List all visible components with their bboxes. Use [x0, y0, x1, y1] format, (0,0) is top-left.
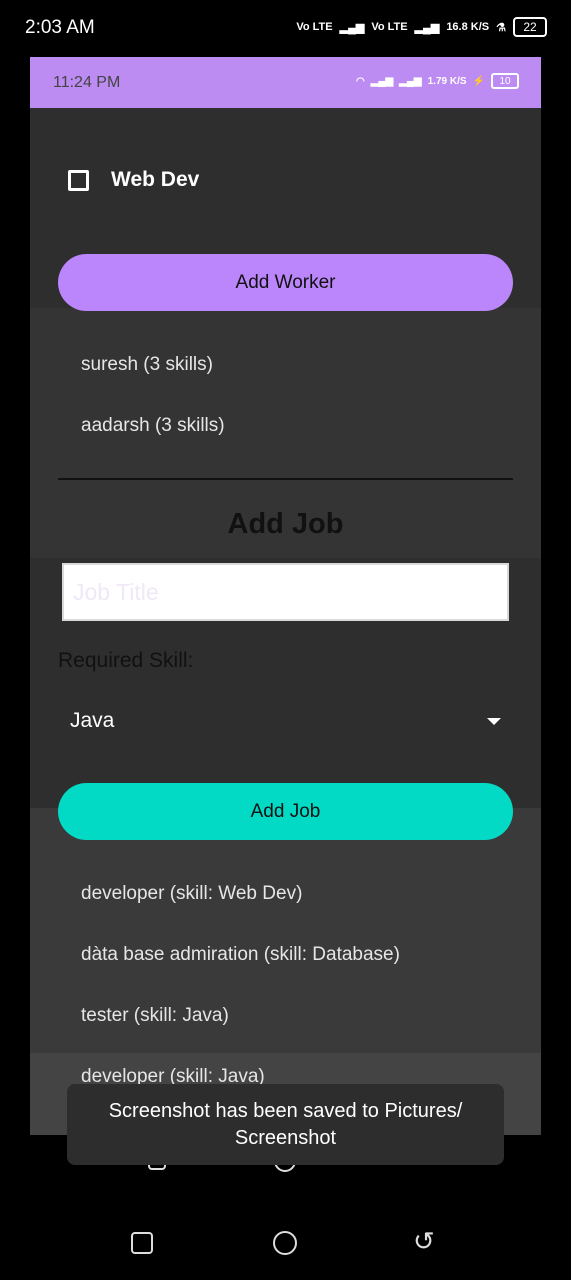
signal-icon: ▂▄▆ [339, 21, 365, 34]
skill-checkbox-row[interactable]: Web Dev [68, 168, 199, 192]
toast-message: Screenshot has been saved to Pictures/ S… [67, 1084, 504, 1165]
outer-nav-bar: ↺ [0, 1222, 571, 1262]
signal-icon: ▂▄▆ [370, 75, 394, 87]
charging-icon: ⚡ [472, 75, 485, 87]
dropdown-arrow-icon [487, 718, 501, 725]
job-list-item[interactable]: developer (skill: Web Dev) [81, 883, 302, 905]
battery-icon: 22 [513, 17, 547, 37]
outer-clock: 2:03 AM [25, 17, 95, 38]
signal-icon: ▂▄▆ [399, 75, 422, 87]
add-job-title: Add Job [227, 508, 344, 540]
required-skill-label: Required Skill: [58, 649, 194, 672]
data-speed: 16.8 K/S [446, 21, 490, 33]
job-list-item[interactable]: tester (skill: Java) [81, 1005, 229, 1027]
job-title-input[interactable] [62, 563, 509, 621]
wifi-icon: ◠ [355, 75, 365, 87]
worker-list-item[interactable]: suresh (3 skills) [81, 354, 213, 376]
home-icon[interactable] [273, 1231, 297, 1255]
inner-status-icons: ◠ ▂▄▆ ▂▄▆ 1.79 K/S ⚡ 10 [356, 73, 519, 89]
outer-status-icons: Vo LTE ▂▄▆ Vo LTE ▂▄▆ 16.8 K/S ⚗ 22 [296, 17, 547, 37]
inner-status-bar: 11:24 PM ◠ ▂▄▆ ▂▄▆ 1.79 K/S ⚡ 10 [30, 57, 541, 108]
divider [58, 478, 513, 480]
dropdown-selected-value: Java [70, 709, 115, 732]
checkbox-label: Web Dev [111, 168, 200, 191]
back-icon[interactable]: ↺ [413, 1226, 435, 1257]
data-speed: 1.79 K/S [427, 75, 467, 87]
flask-icon: ⚗ [496, 21, 506, 34]
recent-apps-icon[interactable] [131, 1232, 153, 1254]
app-screen: 11:24 PM ◠ ▂▄▆ ▂▄▆ 1.79 K/S ⚡ 10 Web Dev… [30, 57, 541, 1135]
signal-icon: ▂▄▆ [414, 21, 440, 34]
outer-status-bar: 2:03 AM Vo LTE ▂▄▆ Vo LTE ▂▄▆ 16.8 K/S ⚗… [0, 0, 571, 57]
skill-dropdown[interactable]: Java [58, 697, 513, 747]
network-icon: Vo LTE [371, 21, 408, 33]
job-list-item[interactable]: dàta base admiration (skill: Database) [81, 944, 400, 966]
add-job-button[interactable]: Add Job [58, 783, 513, 840]
inner-clock: 11:24 PM [53, 74, 121, 91]
add-worker-button[interactable]: Add Worker [58, 254, 513, 311]
network-icon: Vo LTE [296, 21, 333, 33]
battery-icon: 10 [491, 73, 519, 89]
checkbox[interactable] [68, 169, 89, 191]
worker-list-item[interactable]: aadarsh (3 skills) [81, 415, 225, 437]
